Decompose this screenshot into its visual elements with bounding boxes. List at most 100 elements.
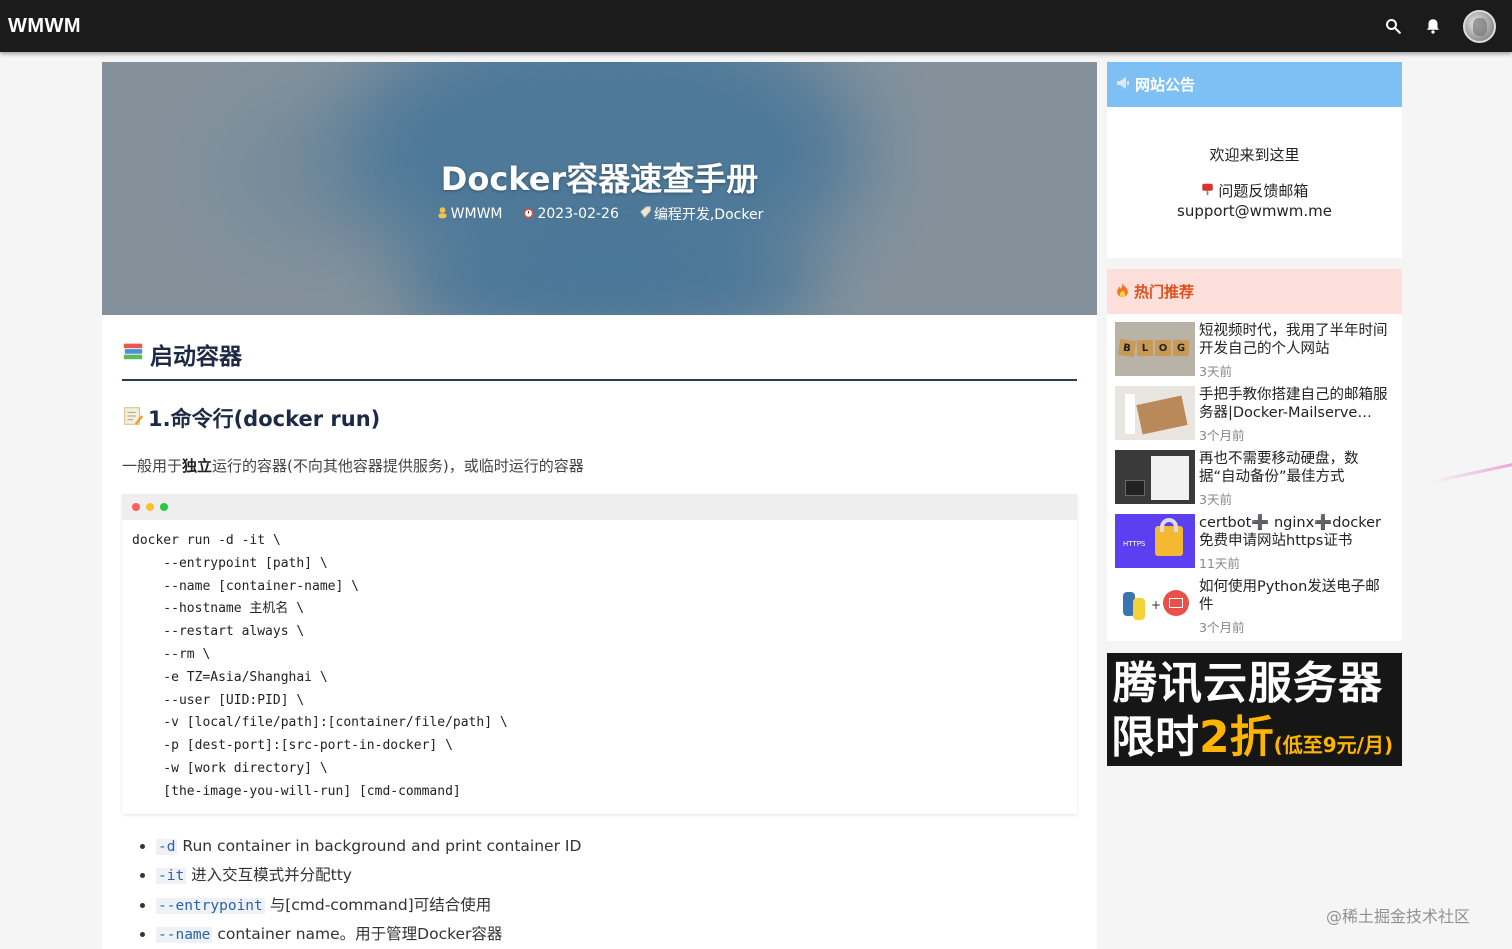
option-flag: --name <box>156 927 212 943</box>
blog-tiles-thumb[interactable]: BLOG <box>1115 322 1195 376</box>
top-navbar: WMWM <box>0 0 1512 52</box>
hot-recommend-card: 热门推荐 B L O G 短视频时代，我用了半年时间开发自己的个人网站 3天前手把手教你搭… <box>1107 269 1402 641</box>
section-heading: 启动容器 <box>122 337 1077 381</box>
hot-item-text: 手把手教你搭建自己的邮箱服务器|Docker-Mailserve… 3个月前 <box>1199 386 1394 442</box>
code-line: [the-image-you-will-run] [cmd-command] <box>132 781 1067 804</box>
option-list: -d Run container in background and print… <box>122 832 1077 949</box>
hot-item-title[interactable]: 手把手教你搭建自己的邮箱服务器|Docker-Mailserve… <box>1199 386 1394 422</box>
memo-icon <box>122 405 144 432</box>
ad-line-1: 腾讯云服务器 <box>1113 657 1383 711</box>
section-heading-text: 启动容器 <box>150 337 242 371</box>
nas-device-thumb[interactable] <box>1115 450 1195 504</box>
hot-item-text: certbot➕ nginx➕docker 免费申请网站https证书 11天前 <box>1199 514 1394 570</box>
person-icon <box>436 206 449 223</box>
hot-item[interactable]: 手把手教你搭建自己的邮箱服务器|Docker-Mailserve… 3个月前 <box>1107 378 1402 442</box>
intro-bold: 独立 <box>182 457 212 475</box>
code-block: docker run -d -it \ --entrypoint [path] … <box>122 494 1077 814</box>
feedback-email[interactable]: support@wmwm.me <box>1107 201 1402 221</box>
hot-recommend-title: 热门推荐 <box>1134 281 1194 302</box>
code-line: -w [work directory] \ <box>132 758 1067 781</box>
feedback-label: 问题反馈邮箱 <box>1218 182 1308 200</box>
code-window-bar <box>122 494 1077 520</box>
article-tags: 编程开发,Docker <box>654 204 763 224</box>
publish-date: 2023-02-26 <box>537 206 618 222</box>
decorative-streak <box>1431 460 1512 484</box>
article-title: Docker容器速查手册 <box>102 154 1097 200</box>
watermark: @稀土掘金技术社区 <box>1326 903 1470 927</box>
hot-item-title[interactable]: 再也不需要移动硬盘，数据“自动备份”最佳方式 <box>1199 450 1394 486</box>
feedback-line: 问题反馈邮箱 <box>1107 181 1402 201</box>
hot-item-time: 3个月前 <box>1199 425 1394 444</box>
option-flag: -it <box>156 868 186 884</box>
navbar-actions <box>1383 10 1504 43</box>
article-main: Docker容器速查手册 WMWM 2023-02-26 编程开发,Docker <box>102 62 1097 949</box>
code-line: --user [UID:PID] \ <box>132 690 1067 713</box>
article-hero: Docker容器速查手册 WMWM 2023-02-26 编程开发,Docker <box>102 62 1097 315</box>
option-item: --name container name。用于管理Docker容器 <box>156 920 1077 949</box>
loudspeaker-icon <box>1115 75 1131 95</box>
hot-item-title[interactable]: certbot➕ nginx➕docker 免费申请网站https证书 <box>1199 514 1394 550</box>
hot-list: B L O G 短视频时代，我用了半年时间开发自己的个人网站 3天前手把手教你搭建自己的邮… <box>1107 314 1402 634</box>
site-notice-card: 网站公告 欢迎来到这里 问题反馈邮箱 support@wmwm.me <box>1107 62 1402 258</box>
option-desc: 与[cmd-command]可结合使用 <box>265 896 491 914</box>
python-mail-thumb[interactable]: + <box>1115 578 1195 632</box>
code-line: --hostname 主机名 \ <box>132 598 1067 621</box>
hot-item[interactable]: 再也不需要移动硬盘，数据“自动备份”最佳方式 3天前 <box>1107 442 1402 506</box>
hot-item-title[interactable]: 如何使用Python发送电子邮件 <box>1199 578 1394 614</box>
search-icon[interactable] <box>1383 16 1403 36</box>
mailbox-icon <box>1201 182 1219 200</box>
hot-item-time: 3天前 <box>1199 361 1394 380</box>
code-line: -e TZ=Asia/Shanghai \ <box>132 667 1067 690</box>
ad-banner[interactable]: 腾讯云服务器 限时2折(低至9元/月) <box>1107 653 1402 766</box>
article-meta: WMWM 2023-02-26 编程开发,Docker <box>102 204 1097 224</box>
tags-meta[interactable]: 编程开发,Docker <box>639 204 763 224</box>
hot-item[interactable]: + 如何使用Python发送电子邮件 3个月前 <box>1107 570 1402 634</box>
option-desc: Run container in background and print co… <box>177 837 581 855</box>
hot-item[interactable]: B L O G 短视频时代，我用了半年时间开发自己的个人网站 3天前 <box>1107 314 1402 378</box>
bell-icon[interactable] <box>1423 16 1443 36</box>
option-desc: 进入交互模式并分配tty <box>186 866 352 884</box>
site-notice-header: 网站公告 <box>1107 62 1402 107</box>
intro-text-1: 一般用于 <box>122 457 182 475</box>
option-item: --entrypoint 与[cmd-command]可结合使用 <box>156 891 1077 921</box>
option-item: -d Run container in background and print… <box>156 832 1077 862</box>
ad-line-2a: 限时 <box>1111 712 1199 763</box>
hot-item-text: 再也不需要移动硬盘，数据“自动备份”最佳方式 3天前 <box>1199 450 1394 506</box>
code-line: -v [local/file/path]:[container/file/pat… <box>132 712 1067 735</box>
date-meta: 2023-02-26 <box>522 204 618 224</box>
hot-item-title[interactable]: 短视频时代，我用了半年时间开发自己的个人网站 <box>1199 322 1394 358</box>
green-dot-icon <box>160 503 168 511</box>
code-line: --entrypoint [path] \ <box>132 553 1067 576</box>
option-flag: -d <box>156 839 177 855</box>
subsection-heading: 1.命令行(docker run) <box>122 403 1077 433</box>
article-content: 启动容器 1.命令行(docker run) 一般用于独立运行的容器(不向其他容… <box>102 315 1097 949</box>
ssl-lock-thumb[interactable]: HTTPS <box>1115 514 1195 568</box>
envelope-thumb[interactable] <box>1115 386 1195 440</box>
author-name: WMWM <box>451 206 503 222</box>
ad-line-2: 限时2折(低至9元/月) <box>1111 711 1393 766</box>
hot-item[interactable]: HTTPS certbot➕ nginx➕docker 免费申请网站https证书… <box>1107 506 1402 570</box>
red-dot-icon <box>132 503 140 511</box>
hot-recommend-header: 热门推荐 <box>1107 269 1402 314</box>
site-brand[interactable]: WMWM <box>8 15 81 38</box>
site-notice-body: 欢迎来到这里 问题反馈邮箱 support@wmwm.me <box>1107 107 1402 221</box>
code-line: docker run -d -it \ <box>132 530 1067 553</box>
intro-text-2: 运行的容器(不向其他容器提供服务)，或临时运行的容器 <box>212 457 584 475</box>
ad-line-2b: 2折 <box>1199 712 1274 763</box>
alarm-clock-icon <box>522 206 535 223</box>
code-line: --rm \ <box>132 644 1067 667</box>
books-icon <box>122 340 144 368</box>
code-content[interactable]: docker run -d -it \ --entrypoint [path] … <box>122 520 1077 814</box>
code-line: -p [dest-port]:[src-port-in-docker] \ <box>132 735 1067 758</box>
hot-item-time: 3个月前 <box>1199 617 1394 636</box>
ad-line-2c: (低至9元/月) <box>1274 733 1394 757</box>
option-desc: container name。用于管理Docker容器 <box>212 925 502 943</box>
option-item: -it 进入交互模式并分配tty <box>156 861 1077 891</box>
option-flag: --entrypoint <box>156 898 265 914</box>
code-line: --name [container-name] \ <box>132 576 1067 599</box>
tag-icon <box>639 206 652 223</box>
author-meta[interactable]: WMWM <box>436 204 503 224</box>
subsection-heading-text: 1.命令行(docker run) <box>148 403 380 433</box>
avatar[interactable] <box>1463 10 1496 43</box>
welcome-text: 欢迎来到这里 <box>1107 145 1402 165</box>
